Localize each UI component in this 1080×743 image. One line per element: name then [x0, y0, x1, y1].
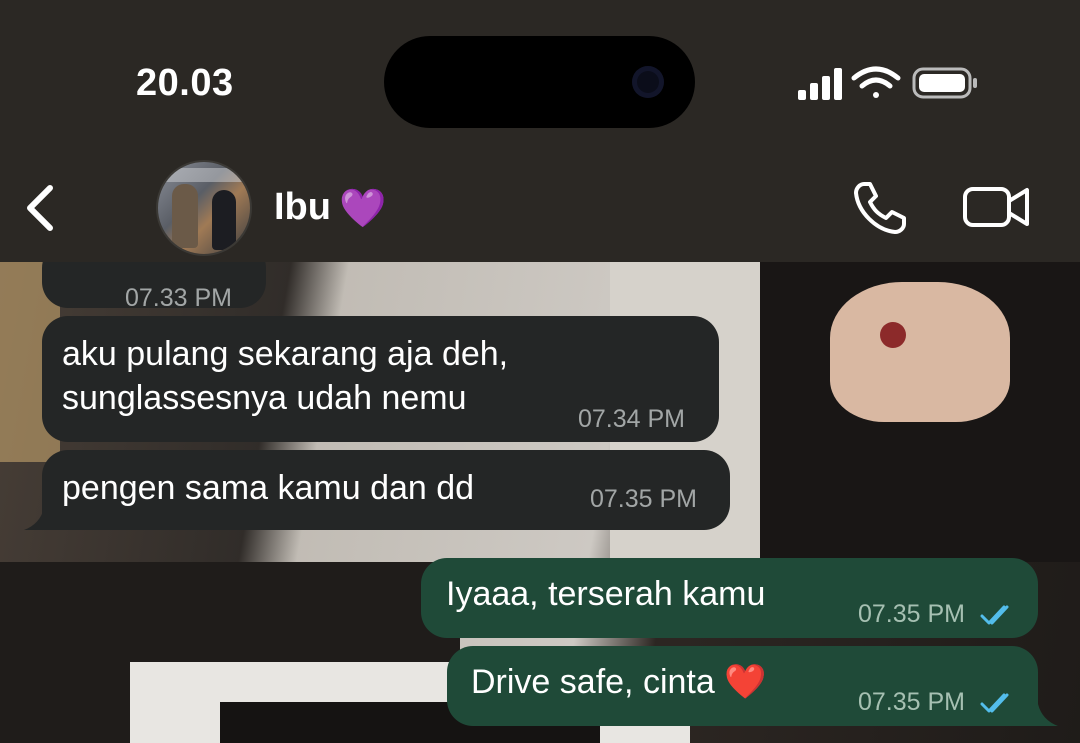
contact-avatar[interactable]: [156, 160, 252, 256]
message-bubble-incoming[interactable]: pengen sama kamu dan dd 07.35 PM: [42, 450, 730, 530]
front-camera: [632, 66, 664, 98]
read-double-check-icon: [980, 605, 1009, 625]
header-bar: 20.03 Ibu 💜: [0, 0, 1080, 262]
message-time: 07.33 PM: [125, 284, 233, 312]
message-time: 07.35 PM: [858, 600, 966, 628]
status-time: 20.03: [136, 62, 234, 104]
read-double-check-icon: [980, 693, 1009, 713]
message-meta: 07.35 PM: [858, 680, 1016, 724]
message-meta: 07.35 PM: [858, 592, 1016, 636]
message-bubble-outgoing[interactable]: Drive safe, cinta ❤️ 07.35 PM: [447, 646, 1038, 726]
message-time: 07.35 PM: [858, 688, 966, 716]
message-time: 07.35 PM: [590, 485, 698, 513]
contact-name: Ibu: [274, 186, 331, 228]
signal-icon: [798, 68, 842, 100]
message-bubble-incoming[interactable]: aku pulang sekarang aja deh, sunglassesn…: [42, 316, 719, 442]
message-text: Iyaaa, terserah kamu: [446, 575, 766, 613]
chat-area[interactable]: 07.33 PM aku pulang sekarang aja deh, su…: [0, 262, 1080, 743]
message-text: aku pulang sekarang aja deh, sunglassesn…: [62, 335, 509, 417]
wifi-icon: [851, 66, 901, 98]
bubble-tail: [24, 508, 52, 530]
message-text: Drive safe, cinta ❤️: [471, 663, 767, 701]
phone-icon[interactable]: [852, 178, 910, 236]
video-camera-icon[interactable]: [962, 184, 1030, 230]
bubble-tail: [1030, 704, 1058, 726]
back-chevron-icon[interactable]: [20, 180, 60, 236]
contact-name-button[interactable]: Ibu 💜: [274, 186, 386, 231]
message-time: 07.34 PM: [578, 405, 686, 433]
status-icons: [798, 66, 977, 100]
purple-heart-emoji: 💜: [338, 187, 387, 230]
message-text: pengen sama kamu dan dd: [62, 469, 475, 507]
message-bubble-incoming[interactable]: 07.33 PM: [42, 262, 266, 312]
message-bubble-outgoing[interactable]: Iyaaa, terserah kamu 07.35 PM: [421, 558, 1038, 638]
battery-icon: [912, 67, 977, 99]
